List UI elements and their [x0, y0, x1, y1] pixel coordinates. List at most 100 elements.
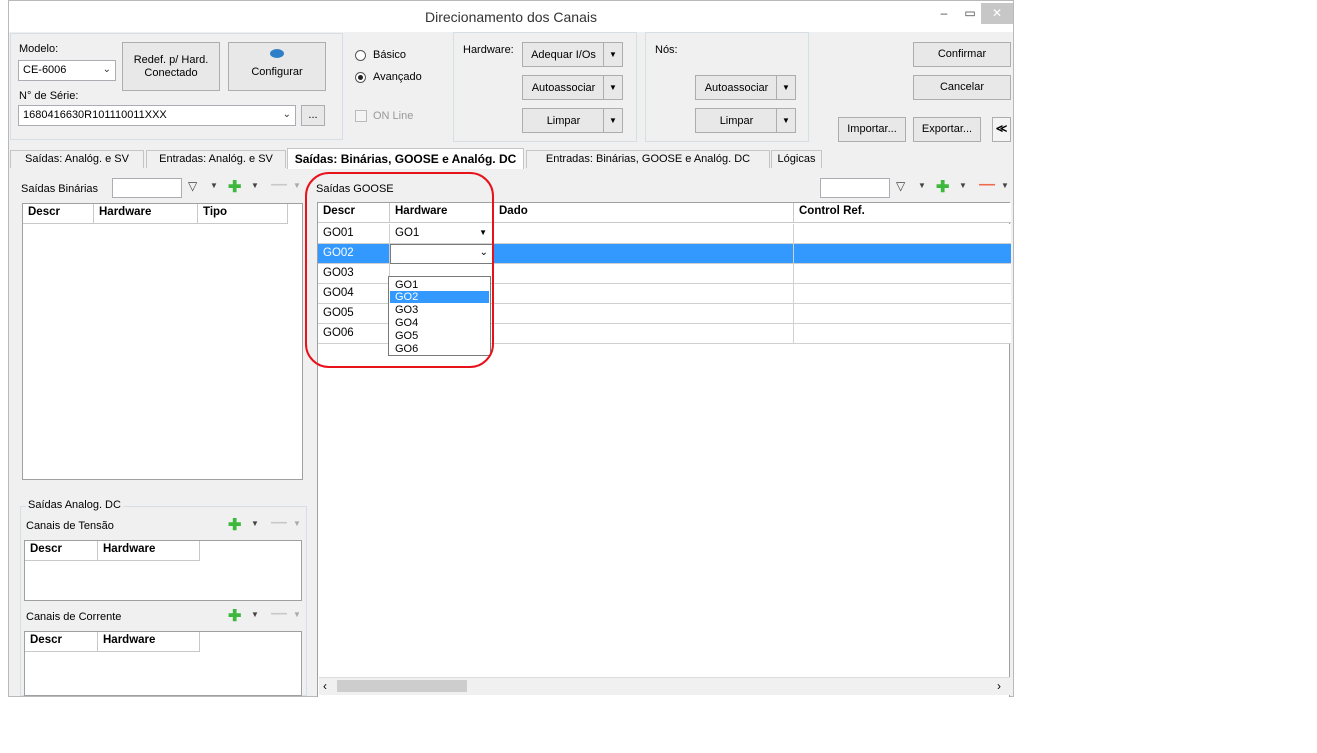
dropdown-arrow-icon[interactable]: ▼	[603, 76, 622, 99]
scrollbar-thumb[interactable]	[337, 680, 467, 692]
scroll-left-icon[interactable]: ‹	[323, 679, 327, 693]
dropdown-arrow-icon[interactable]: ▼	[251, 610, 259, 619]
col-control-ref[interactable]: Control Ref.	[794, 203, 1011, 223]
cell-control-ref[interactable]	[794, 264, 1011, 284]
dropdown-arrow-icon: ▼	[293, 519, 301, 528]
modelo-label: Modelo:	[19, 43, 59, 55]
double-chevron-up-icon[interactable]: ≪	[992, 117, 1011, 142]
binarias-title: Saídas Binárias	[21, 183, 99, 195]
adequar-label: Adequar I/Os	[531, 48, 596, 61]
dropdown-arrow-icon[interactable]: ▼	[918, 181, 926, 190]
nos-limpar-split-button[interactable]: Limpar ▼	[695, 108, 796, 133]
dropdown-arrow-icon[interactable]: ▼	[251, 519, 259, 528]
online-label: ON Line	[373, 110, 414, 122]
nos-autoassociar-label: Autoassociar	[704, 81, 769, 94]
serie-value: 1680416630R101110011XXX	[23, 109, 167, 121]
tab-saidas-analog-sv[interactable]: Saídas: Analóg. e SV	[10, 150, 144, 168]
serie-label: N° de Série:	[19, 90, 79, 102]
analog-dc-title: Saídas Analog. DC	[26, 499, 123, 511]
dropdown-arrow-icon[interactable]: ▼	[603, 109, 622, 132]
scroll-right-icon[interactable]: ›	[997, 679, 1001, 693]
cell-control-ref[interactable]	[794, 304, 1011, 324]
tab-saidas-binarias-goose[interactable]: Saídas: Binárias, GOOSE e Analóg. DC	[287, 148, 524, 169]
hardware-logo-icon	[270, 49, 284, 58]
add-icon[interactable]: ✚	[936, 177, 949, 197]
redef-hardware-button[interactable]: Redef. p/ Hard. Conectado	[122, 42, 220, 91]
importar-button[interactable]: Importar...	[838, 117, 906, 142]
col-tipo[interactable]: Tipo	[198, 204, 288, 224]
hardware-label: Hardware:	[463, 44, 514, 56]
filter-icon[interactable]: ▽	[896, 179, 905, 193]
dropdown-arrow-icon[interactable]: ▼	[1001, 181, 1009, 190]
dropdown-arrow-icon[interactable]: ▼	[210, 181, 218, 190]
serie-select[interactable]: 1680416630R101110011XXX ⌄	[18, 105, 296, 126]
hw-autoassociar-split-button[interactable]: Autoassociar ▼	[522, 75, 623, 100]
cell-control-ref[interactable]	[794, 324, 1011, 344]
tensao-title: Canais de Tensão	[26, 520, 114, 532]
cell-dado[interactable]	[494, 304, 794, 324]
cell-control-ref[interactable]	[794, 244, 1011, 264]
add-icon[interactable]: ✚	[228, 515, 241, 535]
dropdown-arrow-icon: ▼	[293, 610, 301, 619]
cell-control-ref[interactable]	[794, 284, 1011, 304]
col-hardware[interactable]: Hardware	[94, 204, 198, 224]
cell-dado[interactable]	[494, 284, 794, 304]
col-descr[interactable]: Descr	[25, 541, 98, 561]
online-checkbox[interactable]	[355, 110, 367, 122]
tensao-grid: Descr Hardware	[24, 540, 302, 601]
cancelar-button[interactable]: Cancelar	[913, 75, 1011, 100]
tab-entradas-binarias-goose[interactable]: Entradas: Binárias, GOOSE e Analóg. DC	[526, 150, 770, 168]
hw-limpar-label: Limpar	[546, 114, 581, 127]
highlight-annotation	[305, 172, 494, 368]
horizontal-scrollbar[interactable]: ‹ ›	[319, 677, 1010, 695]
avancado-radio[interactable]	[355, 72, 366, 83]
col-descr[interactable]: Descr	[23, 204, 94, 224]
binarias-filter-input[interactable]	[112, 178, 182, 198]
cell-dado[interactable]	[494, 264, 794, 284]
dropdown-arrow-icon[interactable]: ▼	[776, 76, 795, 99]
modelo-select[interactable]: CE-6006 ⌄	[18, 60, 116, 81]
cell-dado[interactable]	[494, 244, 794, 264]
chevron-down-icon: ⌄	[102, 64, 111, 75]
col-dado[interactable]: Dado	[494, 203, 794, 223]
chevron-down-icon: ⌄	[282, 109, 291, 120]
nos-autoassociar-split-button[interactable]: Autoassociar ▼	[695, 75, 796, 100]
dropdown-arrow-icon[interactable]: ▼	[251, 181, 259, 190]
avancado-label: Avançado	[373, 71, 422, 83]
cell-dado[interactable]	[494, 224, 794, 244]
tab-logicas[interactable]: Lógicas	[771, 150, 822, 168]
configurar-label: Configurar	[251, 66, 303, 78]
modelo-value: CE-6006	[23, 64, 67, 76]
col-hardware[interactable]: Hardware	[98, 541, 200, 561]
remove-icon: —	[271, 176, 287, 193]
adequar-split-button[interactable]: Adequar I/Os ▼	[522, 42, 623, 67]
filter-icon[interactable]: ▽	[188, 179, 197, 193]
add-icon[interactable]: ✚	[228, 177, 241, 197]
nos-limpar-label: Limpar	[719, 114, 754, 127]
cell-control-ref[interactable]	[794, 224, 1011, 244]
remove-icon[interactable]: —	[979, 176, 995, 194]
remove-icon: —	[271, 514, 287, 531]
dropdown-arrow-icon[interactable]: ▼	[603, 43, 622, 66]
confirmar-button[interactable]: Confirmar	[913, 42, 1011, 67]
configurar-button[interactable]: Configurar	[228, 42, 326, 91]
corrente-grid: Descr Hardware	[24, 631, 302, 696]
dropdown-arrow-icon[interactable]: ▼	[959, 181, 967, 190]
binarias-grid: Descr Hardware Tipo	[22, 203, 303, 480]
serie-browse-button[interactable]: ...	[301, 105, 325, 126]
corrente-title: Canais de Corrente	[26, 611, 122, 623]
col-descr[interactable]: Descr	[25, 632, 98, 652]
tab-entradas-analog-sv[interactable]: Entradas: Analóg. e SV	[146, 150, 286, 168]
exportar-button[interactable]: Exportar...	[913, 117, 981, 142]
add-icon[interactable]: ✚	[228, 606, 241, 626]
dropdown-arrow-icon: ▼	[293, 181, 301, 190]
close-button[interactable]: ✕	[981, 3, 1013, 24]
nos-label: Nós:	[655, 44, 678, 56]
cell-dado[interactable]	[494, 324, 794, 344]
goose-filter-input[interactable]	[820, 178, 890, 198]
dropdown-arrow-icon[interactable]: ▼	[776, 109, 795, 132]
col-hardware[interactable]: Hardware	[98, 632, 200, 652]
hw-autoassociar-label: Autoassociar	[531, 81, 596, 94]
basico-radio[interactable]	[355, 50, 366, 61]
hw-limpar-split-button[interactable]: Limpar ▼	[522, 108, 623, 133]
